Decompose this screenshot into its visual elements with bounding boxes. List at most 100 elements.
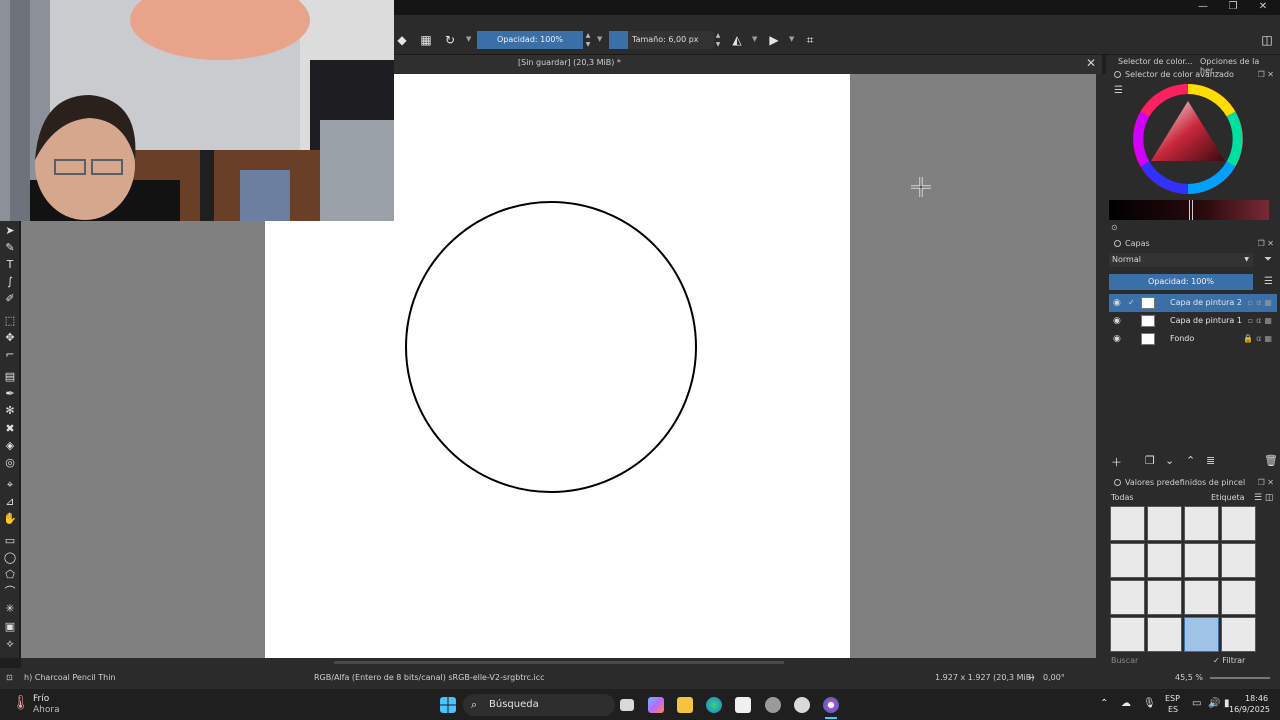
color-history-bar[interactable] — [1109, 200, 1269, 220]
layer-props-icons[interactable]: ▫α▦ — [1248, 294, 1275, 312]
gradient-tool-icon[interactable]: ▤ — [2, 369, 18, 385]
smart-patch-icon[interactable]: ✻ — [2, 403, 18, 419]
opacity-slider[interactable]: Opacidad: 100% — [477, 31, 583, 49]
color-menu-icon[interactable]: ☰ — [1114, 85, 1123, 96]
reload-preset-icon[interactable]: ↻ — [442, 32, 458, 48]
layer-row[interactable]: ◉ Fondo 🔒α▦ — [1109, 330, 1277, 348]
assistant-tool-icon[interactable]: ✖ — [2, 421, 18, 437]
krita-icon[interactable] — [823, 697, 839, 713]
presets-search-input[interactable]: Buscar — [1111, 654, 1138, 668]
task-view-icon[interactable] — [620, 699, 634, 711]
chevron-down-icon[interactable]: ▼ — [752, 35, 757, 43]
rotation-value[interactable]: 0,00° — [1043, 668, 1065, 688]
layer-opacity-slider[interactable]: Opacidad: 100% — [1109, 274, 1253, 290]
panel-float-close-icon[interactable]: ❐ ✕ — [1258, 478, 1274, 487]
windows-start-icon[interactable] — [440, 697, 456, 713]
layer-props-icons[interactable]: ▫α▦ — [1248, 312, 1275, 330]
layer-row[interactable]: ◉ Capa de pintura 1 ▫α▦ — [1109, 312, 1277, 330]
transform-tool-icon[interactable]: ⬚ — [2, 313, 18, 329]
measure-tool-icon[interactable]: ⌖ — [2, 477, 18, 493]
brush-preset[interactable] — [1110, 580, 1145, 615]
scrollbar-thumb[interactable] — [334, 661, 784, 664]
move-tool-icon[interactable]: ✥ — [2, 330, 18, 346]
color-wheel[interactable] — [1128, 79, 1248, 199]
view-mode-icon[interactable]: ☰ ◫ — [1254, 491, 1273, 505]
zoom-slider[interactable] — [1210, 677, 1270, 679]
brush-preset-selected[interactable] — [1184, 617, 1219, 652]
brush-preset[interactable] — [1110, 506, 1145, 541]
chevron-down-icon[interactable]: ▼ — [789, 35, 794, 43]
minimize-button[interactable]: — — [1188, 0, 1218, 15]
move-down-icon[interactable]: ⌄ — [1165, 454, 1174, 467]
brush-preset[interactable] — [1184, 506, 1219, 541]
size-spinner[interactable]: ▲ ▼ — [714, 31, 722, 49]
panel-float-close-icon[interactable]: ❐ ✕ — [1258, 239, 1274, 248]
ellipse-select-icon[interactable]: ◯ — [2, 550, 18, 566]
close-window-button[interactable]: ✕ — [1248, 0, 1278, 15]
brush-preset[interactable] — [1147, 543, 1182, 578]
brush-preset[interactable] — [1110, 543, 1145, 578]
close-document-button[interactable]: ✕ — [1086, 56, 1096, 70]
mirror-horizontal-icon[interactable]: ◭ — [729, 32, 745, 48]
magic-wand-icon[interactable]: ✳ — [2, 601, 18, 617]
similar-select-icon[interactable]: ▣ — [2, 619, 18, 635]
edge-browser-icon[interactable] — [706, 697, 722, 713]
brush-preset[interactable] — [1184, 543, 1219, 578]
size-slider[interactable]: Tamaño: 6,00 px — [628, 31, 714, 49]
check-icon[interactable]: ✓ — [1128, 294, 1135, 312]
taskbar-search-box[interactable]: ⌕ Búsqueda — [463, 694, 615, 716]
reference-tool-icon[interactable]: ⊿ — [2, 494, 18, 510]
network-icon[interactable]: ▭ — [1192, 698, 1201, 709]
enclose-fill-icon[interactable]: ◎ — [2, 455, 18, 471]
move-up-icon[interactable]: ⌃ — [1186, 454, 1195, 467]
color-settings-icon[interactable]: ⊙ — [1111, 223, 1118, 232]
wrap-around-icon[interactable]: ⌗ — [802, 32, 818, 48]
brush-tool-icon[interactable]: ✐ — [2, 291, 18, 307]
pan-tool-icon[interactable]: ✋ — [2, 511, 18, 527]
bezier-select-icon[interactable]: ⟡ — [2, 636, 18, 652]
language-top[interactable]: ESP — [1165, 694, 1180, 703]
mirror-vertical-icon[interactable]: ▶ — [766, 32, 782, 48]
calligraphy-tool-icon[interactable]: ∫ — [2, 274, 18, 290]
cloud-icon[interactable]: ☁ — [1121, 698, 1131, 709]
crop-tool-icon[interactable]: ⌐ — [2, 347, 18, 363]
lock-icon[interactable]: 🔒α▦ — [1243, 330, 1275, 348]
eraser-icon[interactable]: ◆ — [394, 32, 410, 48]
weather-label[interactable]: Frío — [33, 694, 49, 704]
presets-filter-select[interactable]: Todas — [1111, 491, 1134, 505]
brush-preset[interactable] — [1147, 506, 1182, 541]
text-tool-icon[interactable]: T — [2, 257, 18, 273]
color-picker-icon[interactable]: ✒ — [2, 386, 18, 402]
brush-preset[interactable] — [1110, 617, 1145, 652]
brush-preset[interactable] — [1221, 506, 1256, 541]
brush-preset[interactable] — [1221, 543, 1256, 578]
freehand-select-icon[interactable]: ⌒ — [2, 584, 18, 600]
edit-shapes-tool-icon[interactable]: ✎ — [2, 240, 18, 256]
microphone-icon[interactable]: 🎙 — [1143, 698, 1156, 709]
blend-mode-select[interactable]: Normal ▼ — [1109, 253, 1253, 267]
presets-tag-select[interactable]: Etiqueta — [1211, 491, 1245, 505]
size-color-swatch[interactable] — [609, 31, 628, 49]
brush-preset[interactable] — [1147, 617, 1182, 652]
eye-icon[interactable]: ◉ — [1113, 294, 1121, 312]
layer-row[interactable]: ◉ ✓ Capa de pintura 2 ▫α▦ — [1109, 294, 1277, 312]
layer-properties-icon[interactable]: ≣ — [1206, 454, 1215, 467]
color-marker[interactable] — [1189, 200, 1193, 220]
chevron-up-icon[interactable]: ⌃ — [1100, 698, 1108, 709]
zoom-level[interactable]: 45,5 % — [1175, 668, 1203, 688]
delete-layer-icon[interactable]: 🗑 — [1264, 454, 1278, 467]
polygon-select-icon[interactable]: ⬠ — [2, 567, 18, 583]
eye-icon[interactable]: ◉ — [1113, 312, 1121, 330]
horizontal-scrollbar[interactable] — [21, 658, 1106, 668]
current-brush-name[interactable]: h) Charcoal Pencil Thin — [24, 668, 116, 688]
filter-icon[interactable]: ⏷ — [1264, 254, 1272, 265]
document-title[interactable]: [Sin guardar] (20,3 MiB) * — [518, 58, 621, 67]
volume-icon[interactable]: 🔊 — [1208, 698, 1220, 709]
brush-preset[interactable] — [1147, 580, 1182, 615]
tab-color-selector[interactable]: Selector de color... — [1118, 57, 1193, 66]
eye-icon[interactable]: ◉ — [1113, 330, 1121, 348]
chevron-down-icon[interactable]: ▼ — [597, 35, 602, 43]
chevron-down-icon[interactable]: ▼ — [466, 35, 471, 43]
layers-menu-icon[interactable]: ☰ — [1264, 276, 1273, 287]
opacity-spinner[interactable]: ▲ ▼ — [584, 31, 592, 49]
